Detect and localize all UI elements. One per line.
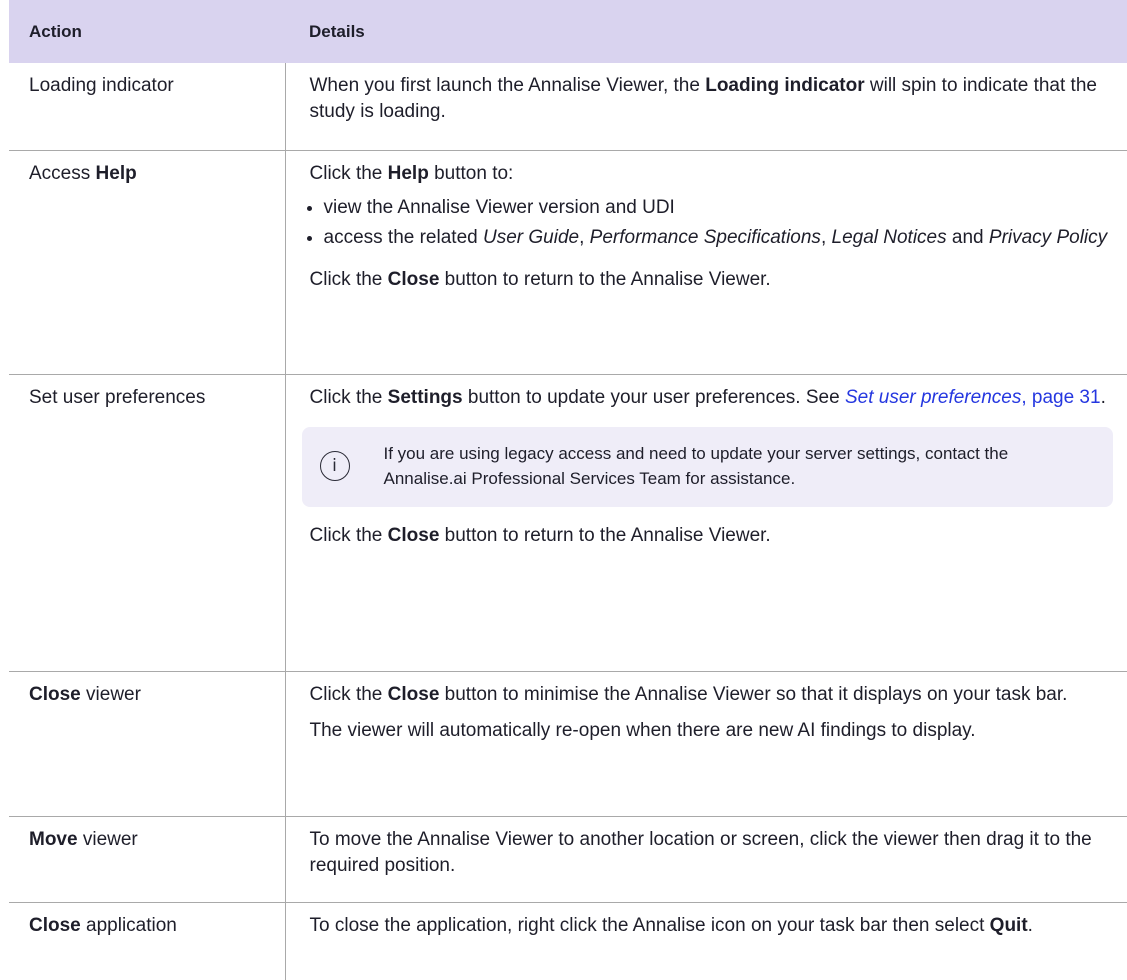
details-cell-settings: Click the Settings button to update your… bbox=[285, 374, 1127, 672]
info-note: i If you are using legacy access and nee… bbox=[301, 426, 1113, 507]
text: Click the bbox=[309, 268, 388, 290]
column-header-action: Action bbox=[9, 0, 285, 63]
link-page: , page 31 bbox=[1021, 386, 1101, 408]
text: access the related bbox=[323, 226, 483, 248]
table-row: Move viewer To move the Annalise Viewer … bbox=[9, 816, 1127, 903]
help-bullet-list: view the Annalise Viewer version and UDI… bbox=[310, 195, 1114, 251]
doc-title: User Guide bbox=[482, 226, 580, 248]
text: . bbox=[1027, 914, 1033, 936]
table-row: Set user preferences Click the Settings … bbox=[9, 374, 1127, 672]
text: Click the bbox=[309, 524, 388, 546]
info-icon: i bbox=[319, 450, 350, 481]
details-paragraph: To move the Annalise Viewer to another l… bbox=[309, 828, 1092, 876]
doc-title: Legal Notices bbox=[831, 226, 947, 248]
action-cell-close-viewer: Close viewer bbox=[9, 671, 286, 817]
term-close: Close bbox=[387, 268, 440, 290]
text: and bbox=[946, 226, 989, 248]
details-cell-close-viewer: Click the Close button to minimise the A… bbox=[285, 671, 1127, 817]
table-row: Access Help Click the Help button to: vi… bbox=[9, 150, 1127, 375]
action-cell-move-viewer: Move viewer bbox=[9, 816, 286, 903]
action-label: viewer bbox=[80, 683, 141, 705]
text: button to return to the Annalise Viewer. bbox=[439, 268, 771, 290]
action-label: Loading indicator bbox=[29, 75, 174, 96]
details-cell-loading: When you first launch the Annalise Viewe… bbox=[285, 63, 1127, 151]
term-close: Close bbox=[387, 524, 440, 546]
text: button to return to the Annalise Viewer. bbox=[439, 524, 771, 546]
action-label-bold: Move bbox=[29, 828, 78, 850]
action-label-bold: Help bbox=[95, 162, 137, 184]
text: Click the bbox=[309, 683, 388, 705]
details-paragraph: Click the Close button to minimise the A… bbox=[310, 682, 1114, 708]
list-item: view the Annalise Viewer version and UDI bbox=[324, 195, 1114, 221]
details-paragraph: Click the Help button to: bbox=[310, 161, 1114, 187]
table-row: Close viewer Click the Close button to m… bbox=[9, 671, 1127, 817]
text: Click the bbox=[309, 162, 388, 184]
note-text: If you are using legacy access and need … bbox=[383, 443, 1009, 488]
action-cell-loading: Loading indicator bbox=[9, 63, 286, 151]
text: To close the application, right click th… bbox=[309, 914, 990, 936]
details-paragraph: Click the Settings button to update your… bbox=[310, 385, 1114, 411]
doc-title: Performance Specifications bbox=[589, 226, 821, 248]
text: button to minimise the Annalise Viewer s… bbox=[439, 683, 1068, 705]
table-row: Loading indicator When you first launch … bbox=[9, 63, 1127, 151]
link-text: Set user preferences bbox=[844, 386, 1022, 408]
term-loading-indicator: Loading indicator bbox=[705, 75, 865, 96]
text: button to: bbox=[428, 162, 514, 184]
details-paragraph: Click the Close button to return to the … bbox=[310, 267, 1114, 293]
action-label-bold: Close bbox=[29, 683, 81, 705]
term-quit: Quit bbox=[989, 914, 1028, 936]
action-cell-close-app: Close application bbox=[9, 902, 286, 980]
action-label: Access bbox=[29, 162, 96, 184]
details-paragraph: Click the Close button to return to the … bbox=[310, 523, 1114, 549]
text: button to update your user preferences. … bbox=[462, 386, 845, 408]
text: , bbox=[820, 226, 832, 248]
details-paragraph: To close the application, right click th… bbox=[310, 913, 1114, 939]
set-user-preferences-link[interactable]: Set user preferences, page 31 bbox=[845, 387, 1101, 408]
table-row: Close application To close the applicati… bbox=[9, 902, 1127, 980]
action-cell-settings: Set user preferences bbox=[9, 374, 286, 672]
text: . bbox=[1100, 386, 1106, 408]
text: Click the bbox=[309, 386, 388, 408]
details-cell-close-app: To close the application, right click th… bbox=[285, 902, 1127, 980]
details-cell-help: Click the Help button to: view the Annal… bbox=[285, 150, 1127, 375]
details-cell-move-viewer: To move the Annalise Viewer to another l… bbox=[285, 816, 1127, 903]
details-paragraph: When you first launch the Annalise Viewe… bbox=[310, 73, 1114, 125]
action-cell-help: Access Help bbox=[9, 150, 286, 375]
action-label: application bbox=[80, 914, 177, 936]
text: , bbox=[579, 226, 590, 248]
table-header-row: Action Details bbox=[9, 0, 1127, 63]
actions-table: Action Details Loading indicator When yo… bbox=[9, 0, 1127, 980]
text: When you first launch the Annalise Viewe… bbox=[309, 75, 706, 96]
action-label-bold: Close bbox=[29, 914, 81, 936]
term-settings: Settings bbox=[387, 386, 463, 408]
list-item: access the related User Guide, Performan… bbox=[324, 225, 1114, 251]
term-help: Help bbox=[387, 162, 429, 184]
doc-title: Privacy Policy bbox=[988, 226, 1108, 248]
term-close: Close bbox=[387, 683, 440, 705]
action-label: viewer bbox=[77, 828, 138, 850]
column-header-details: Details bbox=[285, 0, 1127, 63]
details-paragraph: The viewer will automatically re-open wh… bbox=[309, 719, 976, 741]
action-label: Set user preferences bbox=[29, 386, 206, 408]
